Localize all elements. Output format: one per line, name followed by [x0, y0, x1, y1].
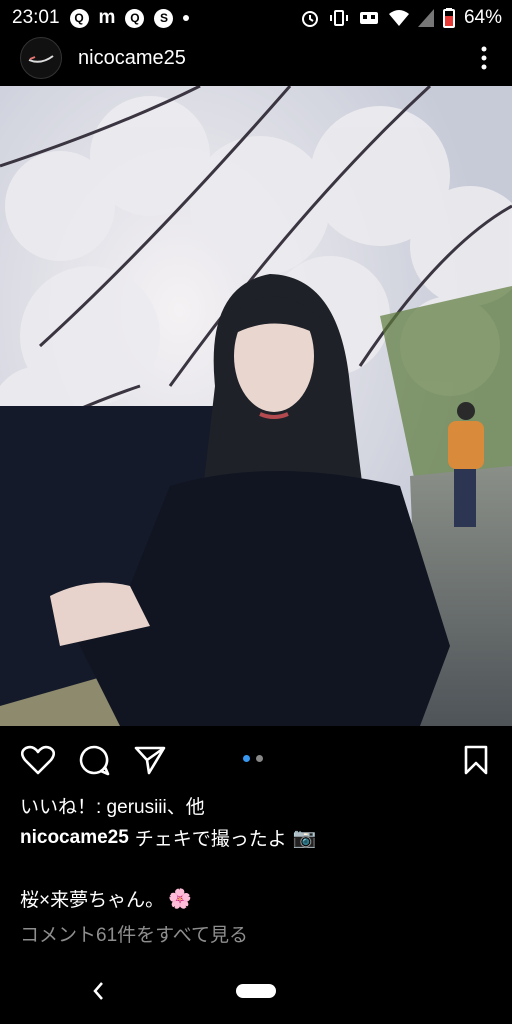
- comment-button[interactable]: [74, 740, 114, 780]
- more-notifications-icon: [183, 15, 190, 21]
- post-photo[interactable]: [0, 86, 512, 726]
- battery-percent: 64%: [463, 7, 502, 28]
- like-button[interactable]: [18, 740, 58, 780]
- heart-icon: [21, 745, 55, 775]
- wifi-icon: [388, 9, 409, 27]
- caption-line2-text: 桜×来夢ちゃん。: [20, 890, 165, 911]
- status-time: 23:01: [12, 7, 60, 28]
- post-username[interactable]: nicocame25: [78, 47, 186, 70]
- more-options-button[interactable]: [472, 38, 496, 78]
- alarm-icon: [300, 8, 320, 28]
- cherry-blossom-emoji: 🌸: [168, 888, 192, 910]
- home-gesture-pill[interactable]: [236, 984, 276, 998]
- system-nav-bar: [0, 968, 512, 1014]
- post-actions: [0, 738, 512, 782]
- notification-icon-4: S: [154, 8, 174, 28]
- send-icon: [134, 746, 166, 775]
- likes-text[interactable]: いいね！: gerusiii、他: [20, 792, 205, 819]
- notification-icon-2: m: [98, 7, 116, 28]
- back-button[interactable]: [88, 978, 108, 1004]
- battery-icon: [442, 8, 455, 28]
- more-vertical-icon: [481, 46, 487, 70]
- carousel-dot: [256, 755, 263, 762]
- vibrate-icon: [329, 8, 349, 28]
- save-button[interactable]: [458, 740, 494, 780]
- caption: nicocame25 チェキで撮ったよ 📷: [20, 824, 316, 851]
- carousel-indicator: [243, 755, 263, 762]
- photo-illustration: [0, 86, 512, 726]
- bookmark-icon: [464, 745, 488, 775]
- view-comments-link[interactable]: コメント61件をすべて見る: [20, 920, 248, 947]
- avatar[interactable]: [20, 37, 62, 79]
- post-header: nicocame25: [0, 30, 512, 86]
- notification-icon-1: Q: [69, 8, 89, 28]
- notification-icon-3: Q: [125, 8, 145, 28]
- caption-line-2: 桜×来夢ちゃん。 🌸: [20, 885, 192, 912]
- caption-text: チェキで撮ったよ: [134, 829, 287, 850]
- comment-icon: [79, 745, 110, 776]
- camera-emoji: 📷: [292, 827, 317, 849]
- share-button[interactable]: [130, 740, 170, 780]
- chevron-left-icon: [93, 982, 103, 1000]
- signal-icon: [417, 9, 434, 27]
- data-saver-icon: [358, 8, 380, 28]
- carousel-dot-active: [243, 755, 250, 762]
- caption-username[interactable]: nicocame25: [20, 827, 129, 849]
